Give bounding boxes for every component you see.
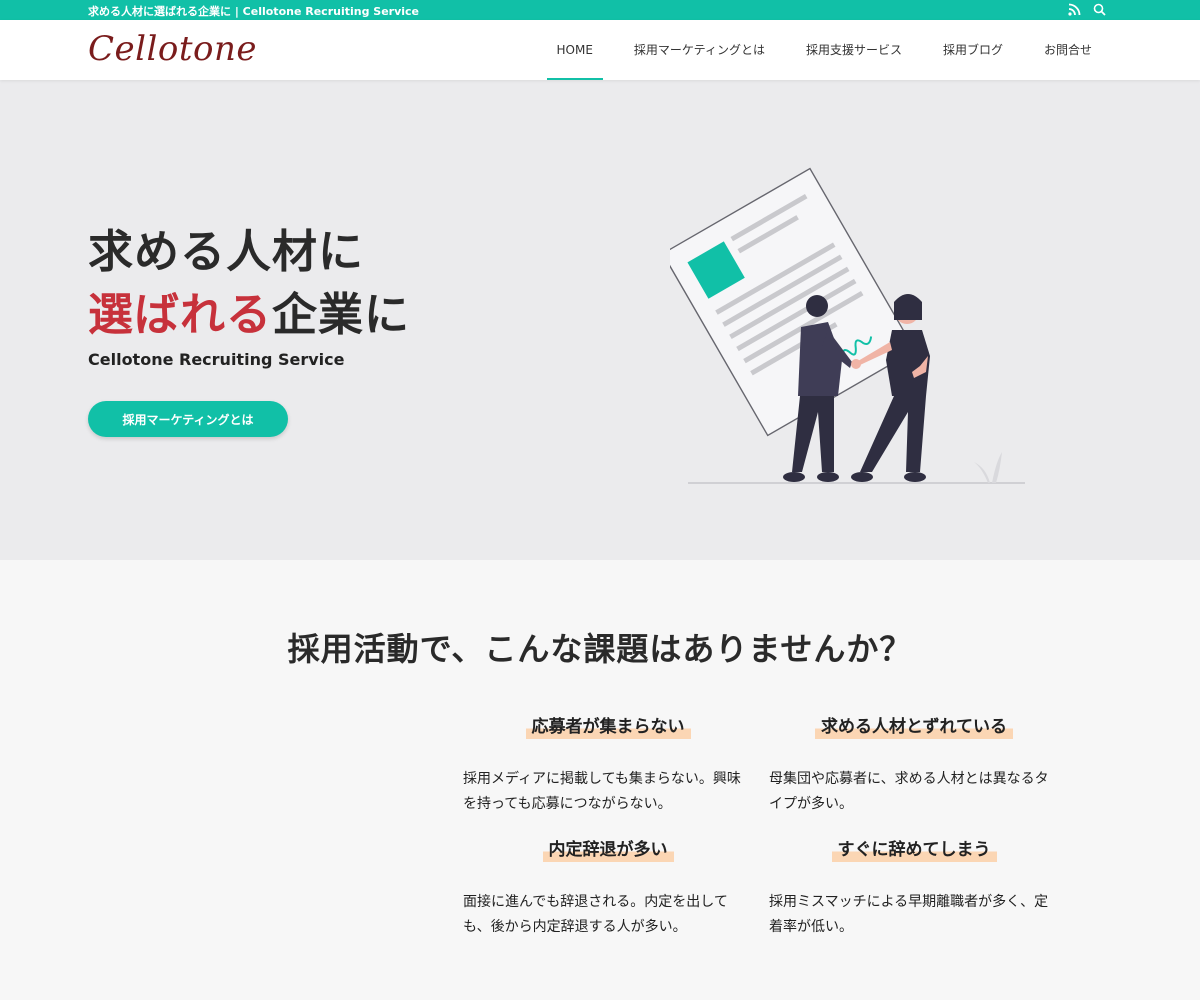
top-bar: 求める人材に選ばれる企業に | Cellotone Recruiting Ser… bbox=[0, 0, 1200, 20]
nav-item-blog[interactable]: 採用ブログ bbox=[933, 20, 1013, 80]
issue-card: 応募者が集まらない 採用メディアに掲載しても集まらない。興味を持っても応募につな… bbox=[463, 712, 753, 817]
issue-description: 面接に進んでも辞退される。内定を出しても、後から内定辞退する人が多い。 bbox=[463, 894, 728, 935]
site-logo[interactable]: Cellotone bbox=[88, 29, 257, 69]
hero-subtitle: Cellotone Recruiting Service bbox=[88, 350, 345, 369]
nav-item-services[interactable]: 採用支援サービス bbox=[796, 20, 912, 80]
issue-description: 採用ミスマッチによる早期離職者が多く、定着率が低い。 bbox=[769, 894, 1049, 935]
issue-description: 採用メディアに掲載しても集まらない。興味を持っても応募につながらない。 bbox=[463, 771, 741, 812]
issue-heading: すぐに辞めてしまう bbox=[831, 835, 997, 862]
site-header: Cellotone HOME 採用マーケティングとは 採用支援サービス 採用ブロ… bbox=[0, 20, 1200, 80]
issue-heading: 求める人材とずれている bbox=[815, 712, 1013, 739]
hero-heading-accent: 選ばれる bbox=[88, 288, 273, 341]
rss-icon[interactable] bbox=[1068, 3, 1081, 16]
issues-title: 採用活動で、こんな課題はありませんか？ bbox=[287, 630, 913, 668]
issue-card: すぐに辞めてしまう 採用ミスマッチによる早期離職者が多く、定着率が低い。 bbox=[769, 835, 1059, 940]
issue-card: 内定辞退が多い 面接に進んでも辞退される。内定を出しても、後から内定辞退する人が… bbox=[463, 835, 753, 940]
search-icon[interactable] bbox=[1093, 3, 1106, 16]
topbar-icons bbox=[1068, 3, 1106, 16]
hero-cta-button[interactable]: 採用マーケティングとは bbox=[88, 401, 288, 437]
issue-heading: 応募者が集まらない bbox=[525, 712, 691, 739]
handshake-illustration bbox=[670, 167, 1025, 484]
main-nav: HOME 採用マーケティングとは 採用支援サービス 採用ブログ お問合せ bbox=[546, 20, 1103, 80]
nav-item-recruiting-marketing[interactable]: 採用マーケティングとは bbox=[624, 20, 775, 80]
issue-description: 母集団や応募者に、求める人材とは異なるタイプが多い。 bbox=[769, 771, 1049, 812]
issue-heading: 内定辞退が多い bbox=[542, 835, 674, 862]
nav-item-home[interactable]: HOME bbox=[546, 20, 604, 80]
hero-heading-line2: 選ばれる企業に bbox=[88, 278, 410, 343]
site-tagline: 求める人材に選ばれる企業に | Cellotone Recruiting Ser… bbox=[88, 5, 420, 18]
hero-heading-line1: 求める人材に bbox=[88, 225, 365, 278]
issues-section: 採用活動で、こんな課題はありませんか？ 応募者が集まらない 採用メディアに掲載し… bbox=[0, 560, 1200, 1000]
hero-heading-rest: 企業に bbox=[272, 288, 411, 341]
nav-item-contact[interactable]: お問合せ bbox=[1034, 20, 1102, 80]
hero-section: 求める人材に 選ばれる企業に Cellotone Recruiting Serv… bbox=[0, 80, 1200, 560]
issue-card: 求める人材とずれている 母集団や応募者に、求める人材とは異なるタイプが多い。 bbox=[769, 712, 1059, 817]
